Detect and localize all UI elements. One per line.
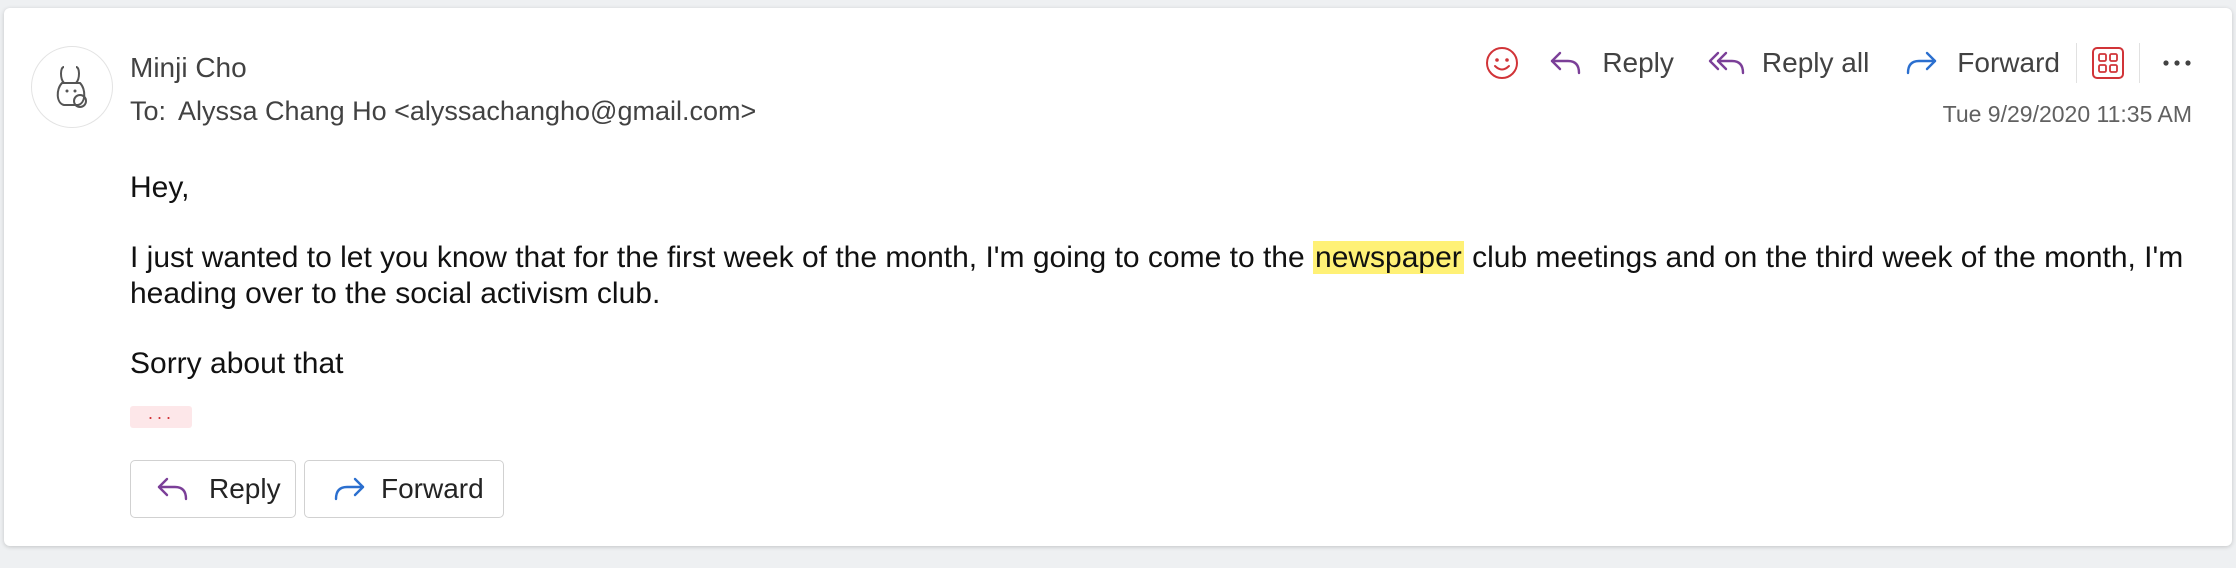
apps-grid-icon bbox=[2092, 47, 2124, 79]
smiley-icon bbox=[1486, 47, 1519, 79]
sender-name[interactable]: Minji Cho bbox=[130, 52, 247, 84]
reaction-button[interactable] bbox=[1484, 38, 1520, 88]
toolbar-divider bbox=[2139, 43, 2140, 83]
reply-button[interactable]: Reply bbox=[1548, 38, 1674, 88]
footer-forward-label: Forward bbox=[381, 473, 484, 504]
show-trimmed-content-button[interactable]: ··· bbox=[130, 406, 192, 428]
reply-label: Reply bbox=[1602, 47, 1674, 78]
search-highlight: newspaper bbox=[1313, 241, 1464, 274]
reply-all-button[interactable]: Reply all bbox=[1708, 38, 1869, 88]
message-body: Hey, I just wanted to let you know that … bbox=[130, 170, 2190, 382]
message-timestamp: Tue 9/29/2020 11:35 AM bbox=[1942, 101, 2192, 127]
more-horizontal-icon bbox=[2163, 60, 2191, 66]
paragraph-text-before: I just wanted to let you know that for t… bbox=[130, 241, 1314, 274]
forward-icon bbox=[334, 477, 365, 501]
footer-forward-button[interactable]: Forward bbox=[304, 460, 504, 518]
toolbar-divider bbox=[2076, 43, 2077, 83]
avatar[interactable] bbox=[31, 46, 113, 128]
footer-reply-label: Reply bbox=[209, 473, 281, 504]
forward-label: Forward bbox=[1957, 47, 2060, 78]
message-paragraph: I just wanted to let you know that for t… bbox=[130, 240, 2190, 312]
closing-text: Sorry about that bbox=[130, 347, 344, 380]
forward-icon bbox=[1907, 51, 1937, 75]
greeting-text: Hey, bbox=[130, 171, 190, 204]
footer-reply-button[interactable]: Reply bbox=[130, 460, 296, 518]
apps-button[interactable] bbox=[2091, 38, 2125, 88]
message-card: Minji Cho To: Alyssa Chang Ho <alyssachan… bbox=[4, 8, 2232, 546]
forward-button[interactable]: Forward bbox=[1903, 38, 2060, 88]
bunny-avatar-icon bbox=[56, 66, 87, 108]
reply-icon bbox=[157, 477, 188, 501]
reply-icon bbox=[1551, 51, 1581, 75]
reply-all-icon bbox=[1708, 51, 1745, 75]
recipient-line: To: Alyssa Chang Ho <alyssachangho@gmail.… bbox=[130, 96, 756, 127]
more-actions-button[interactable] bbox=[2162, 38, 2192, 88]
recipient-address[interactable]: Alyssa Chang Ho <alyssachangho@gmail.com… bbox=[178, 96, 756, 126]
message-toolbar: Reply Reply all Forward bbox=[1484, 38, 2192, 88]
to-label: To: bbox=[130, 96, 167, 126]
reply-all-label: Reply all bbox=[1761, 47, 1870, 78]
